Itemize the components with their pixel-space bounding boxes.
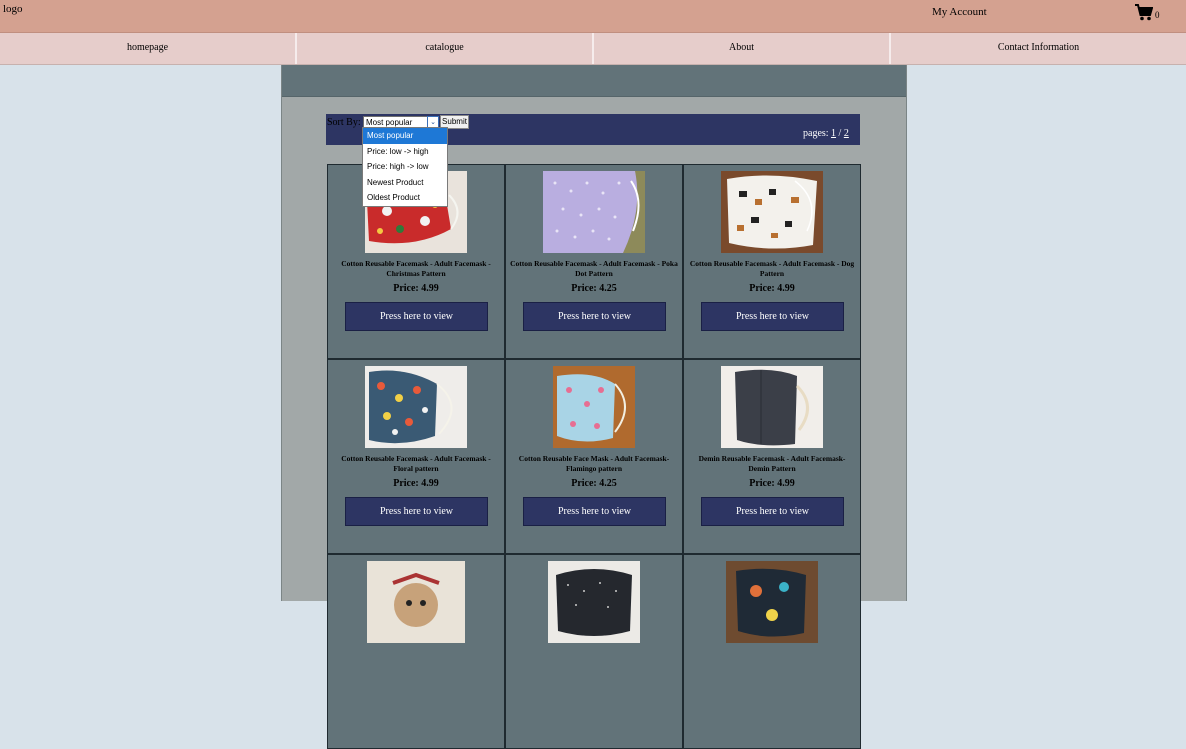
product-image[interactable] [721, 366, 823, 448]
product-card [327, 554, 505, 749]
product-name: Demin Reusable Facemask - Adult Facemask… [698, 454, 846, 473]
panel-header [282, 65, 906, 97]
product-name: Cotton Reusable Facemask - Adult Facemas… [341, 259, 491, 278]
product-card: Cotton Reusable Facemask - Adult Facemas… [505, 164, 683, 359]
nav-homepage[interactable]: homepage [0, 33, 297, 64]
product-price: Price: 4.99 [749, 478, 795, 489]
sort-option-price-high-low[interactable]: Price: high -> low [363, 159, 447, 175]
product-card: Demin Reusable Facemask - Adult Facemask… [683, 359, 861, 554]
product-price: Price: 4.99 [393, 283, 439, 294]
pages-label: pages: [803, 128, 829, 139]
nav-about[interactable]: About [594, 33, 891, 64]
top-bar: logo My Account 0 [0, 0, 1186, 33]
sort-option-price-low-high[interactable]: Price: low -> high [363, 144, 447, 160]
product-name: Cotton Reusable Face Mask - Adult Facema… [518, 454, 670, 473]
product-grid: Cotton Reusable Facemask - Adult Facemas… [327, 164, 861, 749]
view-product-button[interactable]: Press here to view [523, 497, 666, 526]
product-name: Cotton Reusable Facemask - Adult Facemas… [510, 259, 678, 278]
product-image[interactable] [726, 561, 818, 643]
product-card [683, 554, 861, 749]
sort-selected-value: Most popular [366, 118, 413, 127]
sort-option-oldest[interactable]: Oldest Product [363, 190, 447, 206]
product-card [505, 554, 683, 749]
pagination: pages: 1 / 2 [803, 128, 849, 139]
view-product-button[interactable]: Press here to view [701, 497, 844, 526]
product-card: Cotton Reusable Facemask - Adult Facemas… [327, 359, 505, 554]
view-product-button[interactable]: Press here to view [345, 302, 488, 331]
product-image[interactable] [553, 366, 635, 448]
pages-separator: / [838, 128, 842, 139]
product-price: Price: 4.99 [393, 478, 439, 489]
my-account-link[interactable]: My Account [932, 6, 987, 18]
sort-dropdown-list: Most popular Price: low -> high Price: h… [362, 127, 448, 207]
sort-label: Sort By: [327, 117, 361, 128]
product-image[interactable] [548, 561, 640, 643]
product-image[interactable] [365, 366, 467, 448]
cart-icon[interactable] [1135, 4, 1153, 21]
product-price: Price: 4.99 [749, 283, 795, 294]
product-name: Cotton Reusable Facemask - Adult Facemas… [341, 454, 491, 473]
cart-count: 0 [1155, 10, 1160, 20]
product-card: Cotton Reusable Facemask - Adult Facemas… [683, 164, 861, 359]
page-link-1[interactable]: 1 [831, 128, 836, 139]
product-card: Cotton Reusable Face Mask - Adult Facema… [505, 359, 683, 554]
page-link-2[interactable]: 2 [844, 128, 849, 139]
view-product-button[interactable]: Press here to view [701, 302, 844, 331]
product-price: Price: 4.25 [571, 478, 617, 489]
product-name: Cotton Reusable Facemask - Adult Facemas… [689, 259, 855, 278]
nav-catalogue[interactable]: catalogue [297, 33, 594, 64]
sort-option-most-popular[interactable]: Most popular [363, 128, 447, 144]
logo[interactable]: logo [3, 3, 23, 15]
product-image[interactable] [367, 561, 465, 643]
product-image[interactable] [721, 171, 823, 253]
view-product-button[interactable]: Press here to view [523, 302, 666, 331]
product-price: Price: 4.25 [571, 283, 617, 294]
nav-contact-information[interactable]: Contact Information [891, 33, 1186, 64]
main-nav: homepage catalogue About Contact Informa… [0, 33, 1186, 65]
sort-option-newest[interactable]: Newest Product [363, 175, 447, 191]
product-image[interactable] [543, 171, 645, 253]
view-product-button[interactable]: Press here to view [345, 497, 488, 526]
